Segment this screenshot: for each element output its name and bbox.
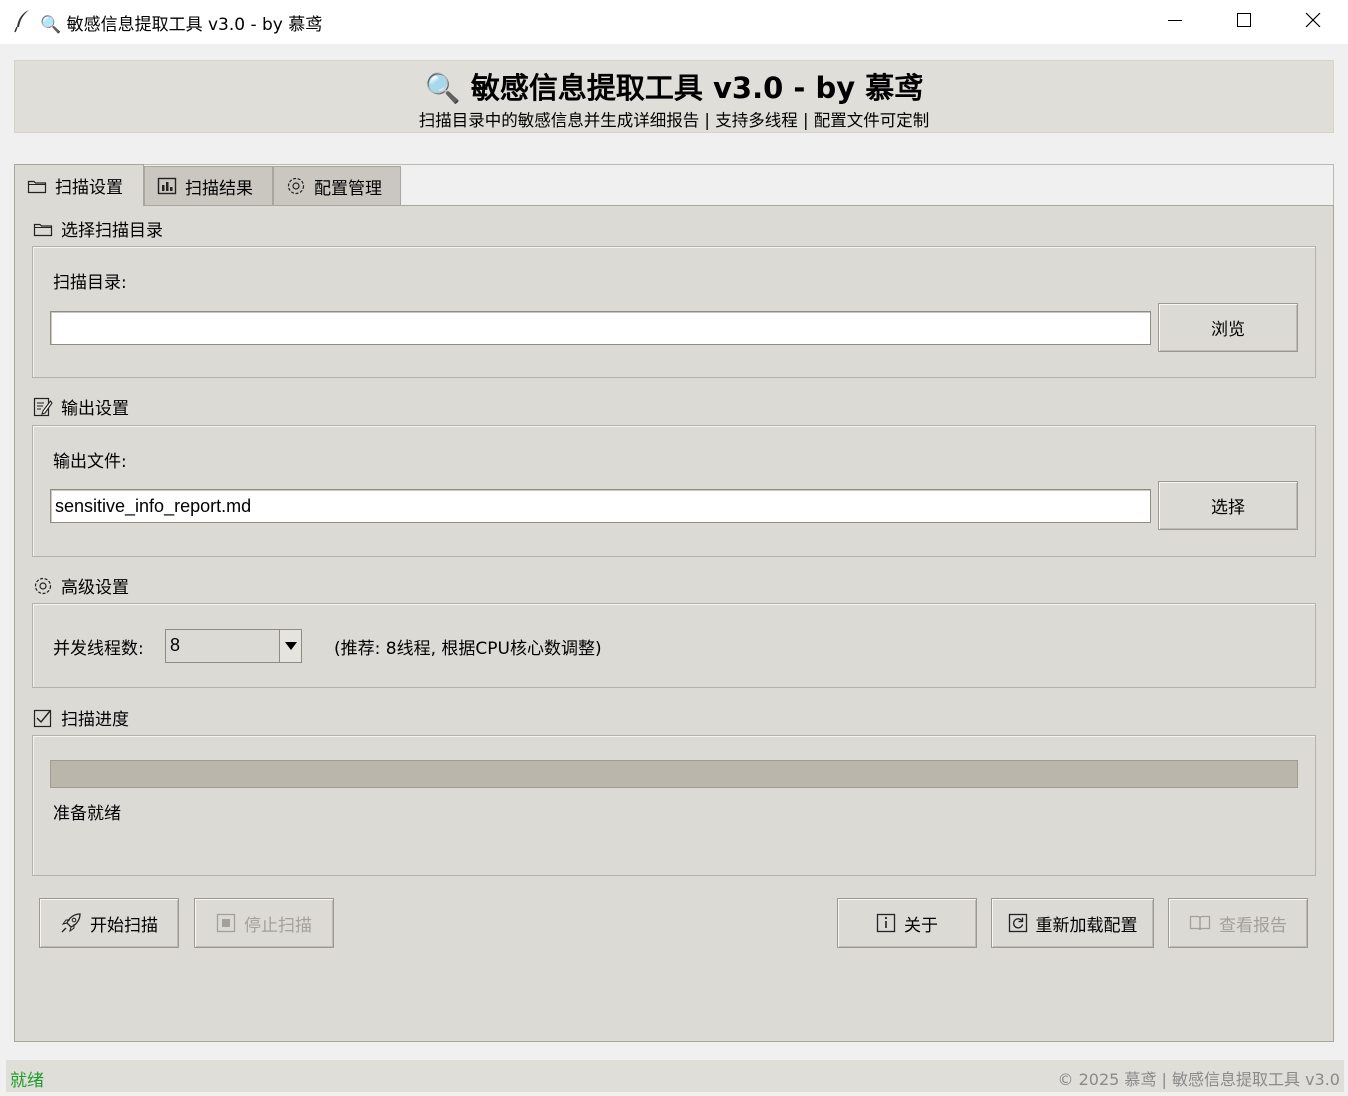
book-icon bbox=[1189, 914, 1211, 932]
button-label: 关于 bbox=[904, 915, 938, 936]
directory-field-label: 扫描目录: bbox=[53, 273, 127, 293]
tab-scan-settings[interactable]: 扫描设置 bbox=[14, 164, 144, 206]
maximize-button[interactable] bbox=[1209, 0, 1279, 44]
tab-label: 扫描结果 bbox=[185, 178, 253, 199]
progress-status: 准备就绪 bbox=[53, 804, 121, 824]
section-label-progress: 扫描进度 bbox=[33, 705, 129, 730]
button-label: 查看报告 bbox=[1219, 915, 1287, 936]
button-label: 停止扫描 bbox=[244, 915, 312, 936]
section-title: 选择扫描目录 bbox=[61, 221, 163, 241]
window-title: 🔍 敏感信息提取工具 v3.0 - by 慕鸢 bbox=[40, 15, 323, 35]
tab-label: 配置管理 bbox=[314, 178, 382, 199]
section-title: 高级设置 bbox=[61, 578, 129, 598]
page-title: 🔍 敏感信息提取工具 v3.0 - by 慕鸢 bbox=[424, 71, 924, 105]
gear-icon bbox=[286, 176, 306, 196]
close-icon bbox=[1305, 12, 1321, 33]
tab-scan-results[interactable]: 扫描结果 bbox=[144, 166, 273, 205]
reload-config-button[interactable]: 重新加载配置 bbox=[991, 898, 1154, 948]
threads-combobox[interactable]: 8 bbox=[165, 629, 302, 663]
about-button[interactable]: 关于 bbox=[837, 898, 977, 948]
app-header: 🔍 敏感信息提取工具 v3.0 - by 慕鸢 扫描目录中的敏感信息并生成详细报… bbox=[14, 60, 1334, 133]
section-title: 输出设置 bbox=[61, 399, 129, 419]
status-bar: 就绪 © 2025 慕鸢 | 敏感信息提取工具 v3.0 bbox=[6, 1060, 1344, 1092]
section-label-output: 输出设置 bbox=[33, 394, 129, 419]
section-title: 扫描进度 bbox=[61, 710, 129, 730]
output-file-input[interactable]: sensitive_info_report.md bbox=[50, 489, 1151, 523]
minimize-button[interactable] bbox=[1140, 0, 1210, 44]
button-label: 开始扫描 bbox=[90, 915, 158, 936]
bar-chart-icon bbox=[157, 177, 177, 195]
gear-icon bbox=[33, 576, 53, 596]
folder-icon bbox=[33, 221, 53, 237]
minimize-icon bbox=[1167, 12, 1183, 33]
page-subtitle: 扫描目录中的敏感信息并生成详细报告 | 支持多线程 | 配置文件可定制 bbox=[418, 111, 930, 130]
maximize-icon bbox=[1236, 12, 1252, 33]
info-icon bbox=[876, 913, 896, 933]
title-bar: 🔍 敏感信息提取工具 v3.0 - by 慕鸢 bbox=[0, 0, 1348, 44]
feather-icon bbox=[14, 9, 32, 38]
rocket-icon bbox=[60, 912, 82, 934]
browse-button[interactable]: 浏览 bbox=[1158, 303, 1298, 352]
edit-document-icon bbox=[33, 396, 53, 418]
directory-input[interactable] bbox=[50, 311, 1151, 345]
stop-scan-button[interactable]: 停止扫描 bbox=[194, 898, 334, 948]
button-label: 重新加载配置 bbox=[1035, 915, 1138, 936]
section-label-advanced: 高级设置 bbox=[33, 573, 129, 598]
refresh-icon bbox=[1008, 913, 1028, 933]
tab-label: 扫描设置 bbox=[55, 178, 123, 198]
checkbox-icon bbox=[33, 708, 53, 728]
section-label-directory: 选择扫描目录 bbox=[33, 216, 163, 241]
chevron-down-icon[interactable] bbox=[279, 630, 301, 662]
view-report-button[interactable]: 查看报告 bbox=[1168, 898, 1308, 948]
threads-field-label: 并发线程数: bbox=[53, 639, 144, 659]
folder-icon bbox=[27, 178, 47, 194]
progress-group bbox=[32, 735, 1316, 876]
copyright-text: © 2025 慕鸢 | 敏感信息提取工具 v3.0 bbox=[1057, 1070, 1340, 1089]
tab-config-manage[interactable]: 配置管理 bbox=[273, 166, 401, 205]
progress-bar bbox=[50, 760, 1298, 788]
stop-icon bbox=[216, 913, 236, 933]
status-text: 就绪 bbox=[10, 1071, 44, 1091]
threads-value: 8 bbox=[170, 635, 181, 655]
close-button[interactable] bbox=[1278, 0, 1348, 44]
output-field-label: 输出文件: bbox=[53, 452, 127, 472]
start-scan-button[interactable]: 开始扫描 bbox=[39, 898, 179, 948]
select-output-button[interactable]: 选择 bbox=[1158, 481, 1298, 530]
threads-hint: (推荐: 8线程, 根据CPU核心数调整) bbox=[334, 639, 602, 659]
